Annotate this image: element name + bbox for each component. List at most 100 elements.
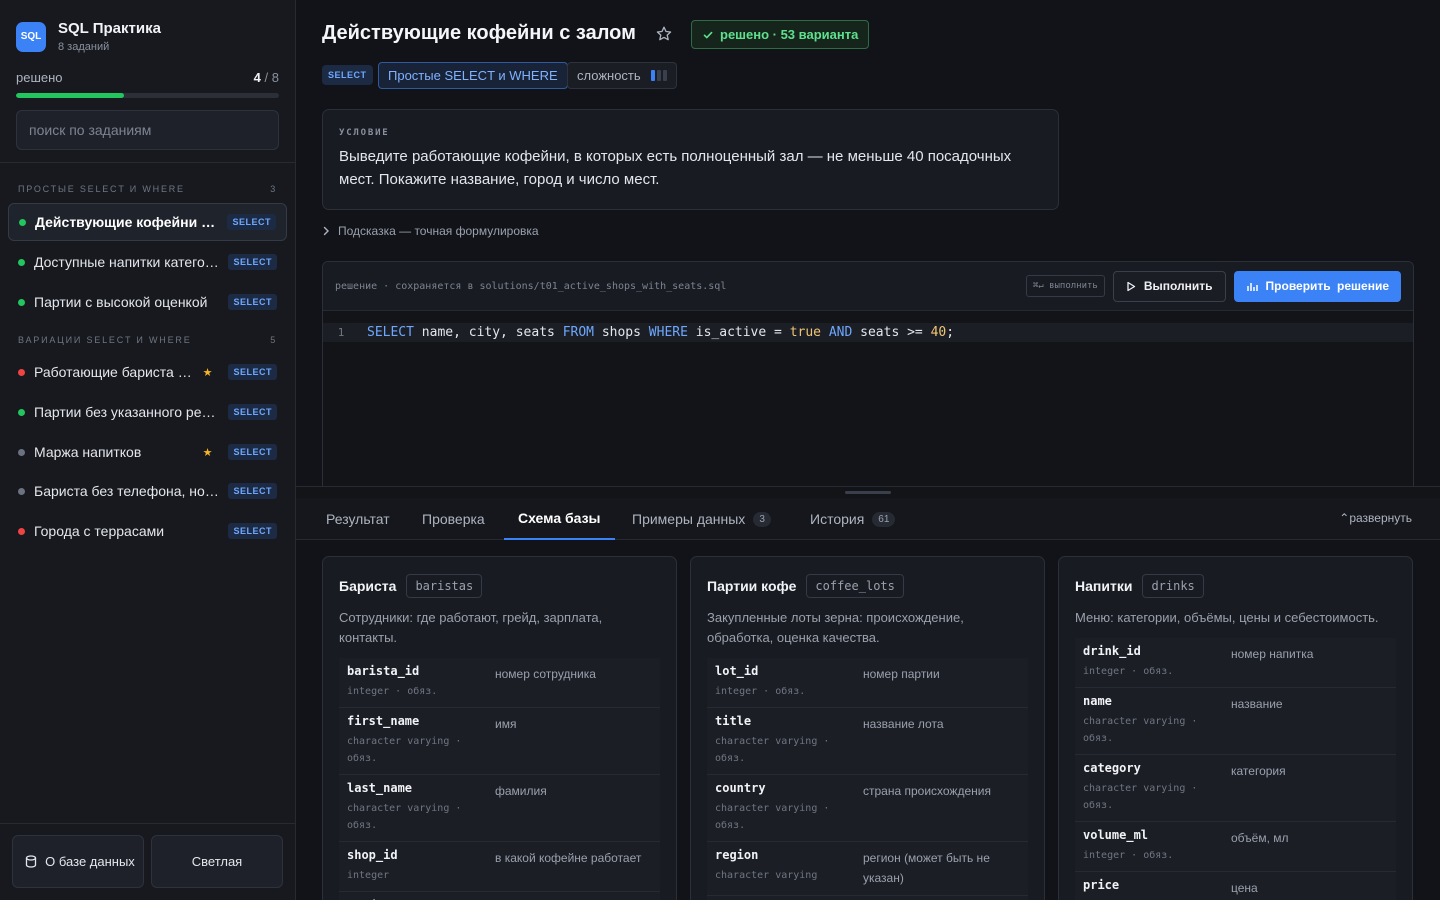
- column-name: name: [1083, 694, 1112, 708]
- about-database-button[interactable]: О базе данных: [12, 835, 144, 888]
- star-favorite-icon[interactable]: [655, 25, 673, 43]
- task-item[interactable]: Партии без указанного региона SELECT: [8, 393, 287, 431]
- chevron-up-icon: ⌃: [1339, 511, 1350, 525]
- status-dot: [18, 298, 25, 306]
- task-type-tag: SELECT: [228, 483, 277, 499]
- column-description: регион (может быть не указан): [863, 851, 990, 885]
- schema-column-row: gradeгрейд: [339, 892, 660, 900]
- column-description: номер партии: [863, 667, 940, 681]
- task-type-tag: SELECT: [228, 523, 277, 539]
- group-label: ВАРИАЦИИ SELECT И WHERE: [18, 335, 192, 345]
- tab-result[interactable]: Результат: [326, 498, 390, 540]
- chevron-right-icon: [323, 226, 329, 236]
- app-title: SQL Практика: [58, 20, 161, 37]
- sidebar-footer-divider: [0, 823, 295, 824]
- about-label: О базе данных: [45, 854, 135, 869]
- progress-bar: [16, 93, 279, 98]
- schema-column-row: last_name character varying · обяз. фамили…: [339, 775, 660, 842]
- task-type-tag: SELECT: [228, 404, 277, 420]
- table-title: Напитки: [1075, 578, 1133, 594]
- app-subtitle: 8 заданий: [58, 41, 110, 53]
- task-item[interactable]: Партии с высокой оценкой SELECT: [8, 283, 287, 321]
- column-description: название: [1231, 697, 1283, 711]
- schema-column-row: volume_ml integer · обяз. объём, мл: [1075, 822, 1396, 872]
- check-icon: [703, 31, 713, 38]
- panel-resize-handle[interactable]: [296, 486, 1440, 498]
- task-item[interactable]: Маржа напитков ★ SELECT: [8, 433, 287, 471]
- status-dot: [19, 218, 26, 226]
- task-item[interactable]: Работающие бариста с грейдом ★ SELECT: [8, 353, 287, 391]
- expand-panel-button[interactable]: ⌃развернуть: [1339, 511, 1412, 525]
- schema-column-row: shop_id integer в какой кофейне работает: [339, 842, 660, 892]
- task-item[interactable]: Города с террасами SELECT: [8, 512, 287, 550]
- status-dot: [18, 487, 25, 495]
- run-shortcut-hint: ⌘↵ выполнить: [1025, 275, 1105, 297]
- difficulty-bar: [662, 70, 667, 81]
- progress-label: решено: [16, 70, 63, 85]
- result-tabs: Результат Проверка Схема базы Примеры да…: [296, 498, 1440, 540]
- run-label: Выполнить: [1143, 279, 1213, 293]
- check-label: Проверить решение: [1265, 279, 1389, 293]
- task-type-tag: SELECT: [228, 444, 277, 460]
- tab-count-badge: 61: [872, 511, 896, 527]
- topic-chip[interactable]: Простые SELECT и WHERE: [378, 62, 568, 89]
- resize-grip[interactable]: [845, 491, 891, 494]
- hint-toggle[interactable]: Подсказка — точная формулировка: [322, 224, 539, 238]
- progress-row: решено 4 / 8: [16, 70, 279, 85]
- condition-heading: УСЛОВИЕ: [339, 128, 390, 138]
- schema-column-row: country character varying · обяз. страна п…: [707, 775, 1028, 842]
- line-number: 1: [337, 326, 345, 339]
- table-name-badge: drinks: [1142, 574, 1204, 598]
- task-title: Действующие кофейни с залом: [322, 22, 636, 44]
- column-type: character varying · обяз.: [1083, 783, 1198, 811]
- task-item[interactable]: Действующие кофейни с залом SELECT: [8, 203, 287, 241]
- column-type: integer · обяз.: [1083, 666, 1174, 677]
- tab-check[interactable]: Проверка: [422, 498, 485, 540]
- task-search-input[interactable]: [16, 110, 279, 150]
- column-type: character varying · обяз.: [1083, 716, 1198, 744]
- theme-toggle-button[interactable]: Светлая: [151, 835, 283, 888]
- sidebar: SQL SQL Практика 8 заданий решено 4 / 8 …: [0, 0, 296, 900]
- condition-panel: УСЛОВИЕ Выведите работающие кофейни, в к…: [322, 109, 1059, 210]
- schema-column-row: title character varying · обяз. название л…: [707, 708, 1028, 775]
- task-item-title: Действующие кофейни с залом: [35, 214, 220, 230]
- task-item[interactable]: Бариста без телефона, но с почтой SELECT: [8, 472, 287, 510]
- schema-column-row: name character varying · обяз. название: [1075, 688, 1396, 755]
- schema-card-header: Бариста baristas: [339, 574, 660, 598]
- tab-schema[interactable]: Схема базы: [504, 498, 615, 540]
- column-type: integer · обяз.: [347, 686, 438, 697]
- editor-toolbar: решение · сохраняется в solutions/t01_ac…: [323, 262, 1413, 311]
- schema-column-row: category character varying · обяз. категор…: [1075, 755, 1396, 822]
- check-solution-button[interactable]: Проверить решение: [1233, 270, 1401, 302]
- column-description: фамилия: [495, 784, 547, 798]
- brand: SQL SQL Практика 8 заданий: [16, 20, 161, 53]
- schema-column-row: lot_id integer · обяз. номер партии: [707, 658, 1028, 708]
- column-name: title: [715, 714, 752, 728]
- run-button[interactable]: Выполнить: [1112, 270, 1226, 302]
- tab-data-samples[interactable]: Примеры данных 3: [632, 498, 771, 540]
- code-text[interactable]: SELECT name, city, seats FROM shops WHER…: [359, 325, 954, 340]
- table-description: Закупленные лоты зерна: происхождение, о…: [707, 610, 964, 645]
- star-icon: ★: [202, 446, 213, 459]
- group-count: 5: [270, 335, 277, 345]
- column-type: integer: [347, 870, 390, 881]
- schema-column-row: pricenumeric · обяз.цена: [1075, 872, 1396, 900]
- difficulty-label: сложность: [577, 68, 641, 83]
- column-name: volume_ml: [1083, 828, 1149, 842]
- code-editor: решение · сохраняется в solutions/t01_ac…: [322, 261, 1414, 491]
- schema-table-card: Бариста baristas Сотрудники: где работают,…: [322, 556, 677, 900]
- schema-column-row: barista_id integer · обяз. номер сотрудник…: [339, 658, 660, 708]
- column-name: category: [1083, 761, 1141, 775]
- database-icon: [25, 855, 37, 868]
- status-dot: [18, 368, 25, 376]
- task-item-title: Бариста без телефона, но с почтой: [34, 483, 220, 499]
- task-item[interactable]: Доступные напитки категории SELECT: [8, 243, 287, 281]
- column-type: character varying · обяз.: [715, 736, 830, 764]
- task-type-tag: SELECT: [228, 294, 277, 310]
- table-description: Сотрудники: где работают, грейд, зарплат…: [339, 610, 603, 645]
- code-line[interactable]: 1 SELECT name, city, seats FROM shops WH…: [323, 323, 1413, 342]
- group-count: 3: [270, 184, 277, 194]
- tab-history[interactable]: История 61: [810, 498, 896, 540]
- hint-label: Подсказка — точная формулировка: [338, 224, 539, 238]
- group-label: ПРОСТЫЕ SELECT И WHERE: [18, 184, 185, 194]
